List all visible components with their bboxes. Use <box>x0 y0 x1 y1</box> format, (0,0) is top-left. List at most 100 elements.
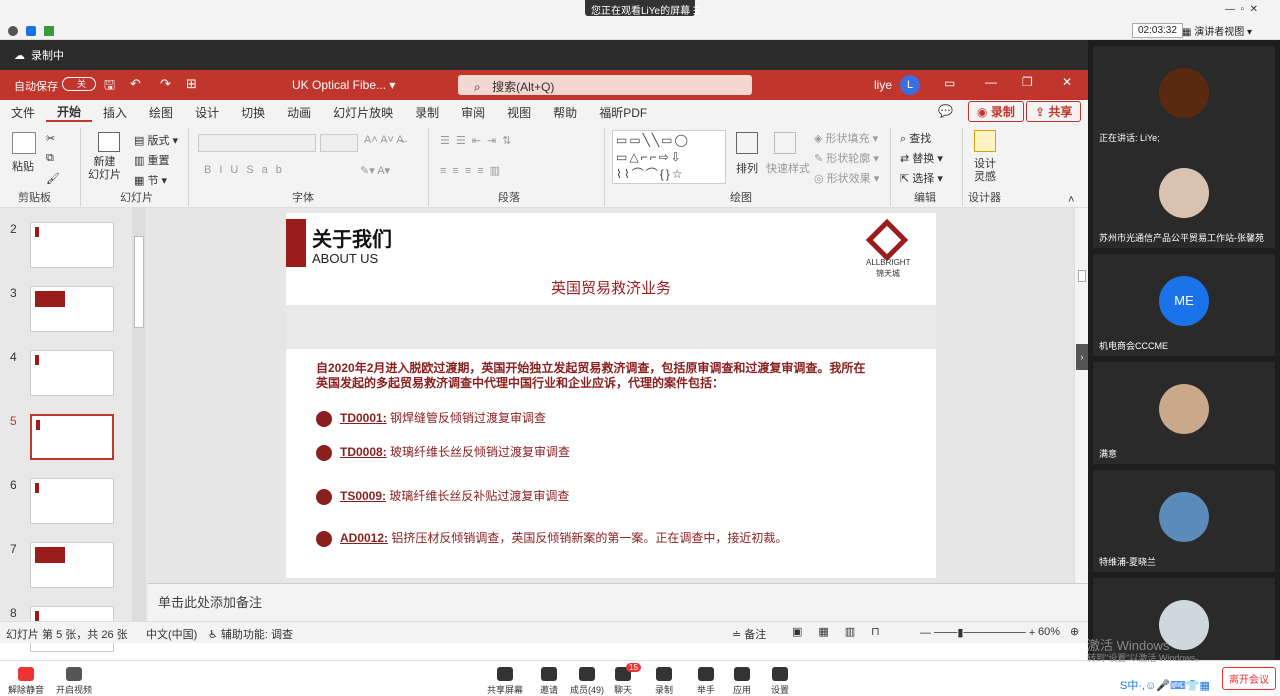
quick-styles-button[interactable]: 快速样式 <box>766 160 810 176</box>
replace-button[interactable]: ⇄ 替换 ▾ <box>900 150 943 166</box>
participant-tile[interactable]: ME 机电商会CCCME <box>1093 254 1275 356</box>
tab-7[interactable]: 幻灯片放映 <box>322 104 404 121</box>
screen-share-banner[interactable]: 您正在观看LiYe的屏幕 ☰ <box>585 0 702 17</box>
zoom-level[interactable]: 60% <box>1038 626 1060 638</box>
slide-thumbnails[interactable]: 2 3 4 5 6 7 8 <box>0 208 148 652</box>
user-avatar[interactable]: L <box>900 75 920 95</box>
close-icon[interactable]: ✕ <box>1062 75 1072 89</box>
shield-icon[interactable] <box>26 26 36 36</box>
tab-10[interactable]: 视图 <box>496 104 542 121</box>
paste-button[interactable]: 粘贴 <box>12 158 34 174</box>
design-ideas-button[interactable]: 设计 灵感 <box>974 158 996 184</box>
maximize-icon[interactable]: ❐ <box>1022 75 1033 89</box>
autosave-toggle[interactable]: 关 <box>62 77 96 91</box>
share-button[interactable]: ⇪ 共享 <box>1026 101 1082 122</box>
toolbar-button-1[interactable]: 邀请 <box>540 667 558 696</box>
toolbar-button-4[interactable]: 录制 <box>655 667 673 696</box>
language[interactable]: 中文(中国) <box>146 626 197 642</box>
font-size-buttons[interactable]: A˄ A˅ A̶ <box>364 134 404 146</box>
font-color-buttons[interactable]: ✎▾ A▾ <box>360 164 390 177</box>
start-video-button[interactable]: 开启视频 <box>56 667 92 696</box>
shape-outline-button[interactable]: ✎ 形状轮廓 ▾ <box>814 150 879 166</box>
zoom-slider[interactable]: — ───▮──────── + <box>920 626 1035 639</box>
find-button[interactable]: ⌕ 查找 <box>900 130 931 146</box>
select-button[interactable]: ⇱ 选择 ▾ <box>900 170 943 186</box>
window-controls[interactable]: — ▫ ✕ <box>1225 4 1258 15</box>
font-style-buttons[interactable]: BIUSab <box>204 164 290 176</box>
participant-tile[interactable]: 正在讲话: LiYe; <box>1093 46 1275 148</box>
tab-4[interactable]: 设计 <box>184 104 230 121</box>
new-slide-button[interactable]: 新建 幻灯片 <box>88 156 121 182</box>
tab-9[interactable]: 审阅 <box>450 104 496 121</box>
fit-slide-icon[interactable]: ⊕ <box>1070 625 1079 638</box>
slide-thumbnail[interactable] <box>30 542 114 588</box>
designer-icon[interactable] <box>974 130 996 152</box>
tab-8[interactable]: 录制 <box>404 104 450 121</box>
tab-1[interactable]: 开始 <box>46 103 93 122</box>
file-name[interactable]: UK Optical Fibe... ▾ <box>292 78 395 92</box>
slide-thumbnail[interactable] <box>30 222 114 268</box>
redo-icon[interactable]: ↷ <box>160 76 171 92</box>
toolbar-button-6[interactable]: 应用 <box>733 667 751 696</box>
collapse-panel-icon[interactable]: › <box>1076 344 1088 370</box>
new-slide-icon[interactable] <box>98 132 120 152</box>
view-buttons[interactable]: ▣▦▥⊓ <box>792 625 896 638</box>
search-input[interactable]: 搜索(Alt+Q) <box>492 80 554 94</box>
tab-0[interactable]: 文件 <box>0 104 46 121</box>
section-button[interactable]: ▦ 节 ▾ <box>134 172 167 188</box>
slide-thumbnail[interactable] <box>30 350 114 396</box>
arrange-button[interactable]: 排列 <box>736 160 758 176</box>
list-buttons[interactable]: ☰☰⇤⇥⇅ <box>440 134 517 147</box>
slide-thumbnail[interactable] <box>30 286 114 332</box>
layout-button[interactable]: ▤ 版式 ▾ <box>134 132 178 148</box>
shape-fill-button[interactable]: ◈ 形状填充 ▾ <box>814 130 878 146</box>
cut-icon[interactable]: ✂ <box>46 132 55 145</box>
search-box[interactable]: ⌕ 搜索(Alt+Q) <box>458 75 752 95</box>
comment-icon[interactable]: 💬 <box>938 104 953 118</box>
save-icon[interactable]: 🖫 <box>104 76 115 98</box>
participant-tile[interactable]: 苏州市光通信产品公平贸易工作站-张馨苑 <box>1093 146 1275 248</box>
tab-3[interactable]: 绘图 <box>138 104 184 121</box>
notes-pane[interactable]: 单击此处添加备注 <box>148 583 1088 621</box>
format-painter-icon[interactable]: 🖌 <box>46 172 60 185</box>
unmute-button[interactable]: 解除静音 <box>8 667 44 696</box>
align-buttons[interactable]: ≡≡≡≡▥ <box>440 164 506 177</box>
tab-6[interactable]: 动画 <box>276 104 322 121</box>
slide-thumbnail[interactable] <box>30 414 114 460</box>
participant-tile[interactable]: 满意 <box>1093 362 1275 464</box>
toolbar-button-3[interactable]: 聊天 15 <box>614 663 641 696</box>
view-mode-button[interactable]: ▦ 演讲者视图 ▾ <box>1182 23 1252 38</box>
copy-icon[interactable]: ⧉ <box>46 152 54 165</box>
quick-styles-icon[interactable] <box>774 132 796 154</box>
font-family-select[interactable] <box>198 134 316 152</box>
collapse-ribbon-icon[interactable]: ˄ <box>1068 194 1074 206</box>
tab-12[interactable]: 福昕PDF <box>588 104 658 121</box>
minimize-icon[interactable]: — <box>985 75 997 89</box>
thumbnail-scrollbar[interactable] <box>132 208 146 621</box>
toolbar-button-7[interactable]: 设置 <box>771 667 789 696</box>
ribbon-display-icon[interactable]: ▭ <box>944 76 955 90</box>
toolbar-button-0[interactable]: 共享屏幕 <box>487 667 523 696</box>
leave-meeting-button[interactable]: 离开会议 <box>1222 667 1276 690</box>
record-button[interactable]: ◉ 录制 <box>968 101 1024 122</box>
present-icon[interactable]: ⊞ <box>186 76 197 92</box>
notes-toggle[interactable]: ≐ 备注 <box>732 626 766 642</box>
tab-2[interactable]: 插入 <box>92 104 138 121</box>
tab-5[interactable]: 切换 <box>230 104 276 121</box>
shape-effects-button[interactable]: ◎ 形状效果 ▾ <box>814 170 879 186</box>
slide-thumbnail[interactable] <box>30 478 114 524</box>
arrange-icon[interactable] <box>736 132 758 154</box>
ime-toolbar[interactable]: S中·,☺🎤⌨👕▦ <box>1120 677 1210 693</box>
canvas-scrollbar[interactable] <box>1074 208 1088 583</box>
undo-icon[interactable]: ↶ <box>130 76 141 92</box>
shapes-gallery[interactable]: ▭▭╲╲▭◯ ▭△⌐⌐⇨⇩ ⌇⌇⌒⌒{}☆ <box>612 130 726 184</box>
info-icon[interactable] <box>8 26 18 36</box>
toolbar-button-2[interactable]: 成员(49) <box>570 667 604 696</box>
paste-icon[interactable] <box>12 132 36 154</box>
toolbar-button-5[interactable]: 举手 <box>697 667 715 696</box>
current-slide[interactable]: 关于我们 ABOUT US ALLBRIGHT 锦天城 英国贸易救济业务 自20… <box>286 213 936 578</box>
reset-button[interactable]: ▥ 重置 <box>134 152 169 168</box>
notes-placeholder[interactable]: 单击此处添加备注 <box>158 595 262 610</box>
participant-tile[interactable]: 特维浦-夏晓兰 <box>1093 470 1275 572</box>
accessibility-button[interactable]: ♿ 辅助功能: 调查 <box>208 626 293 642</box>
